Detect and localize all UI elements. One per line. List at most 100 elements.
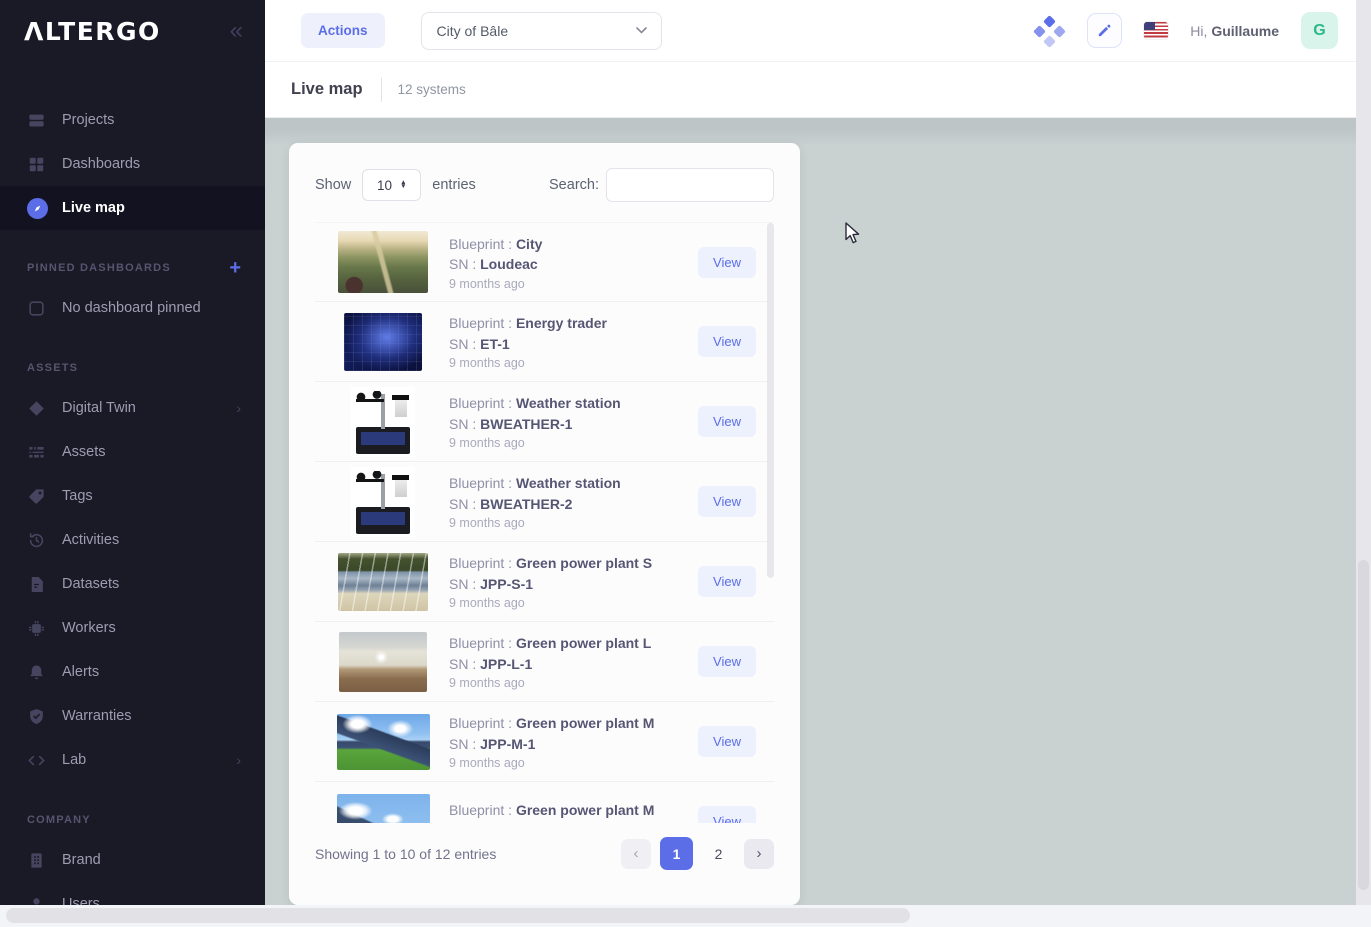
view-button[interactable]: View [698,726,756,757]
timestamp: 9 months ago [449,436,621,450]
list-item[interactable]: Blueprint : Weather station SN : BWEATHE… [315,382,774,462]
sidebar-item-label: Warranties [62,708,132,724]
sidebar-item-label: Activities [62,532,119,548]
sidebar-item-label: Live map [62,200,125,216]
view-button[interactable]: View [698,247,756,278]
main-area: Actions City of Bâle Hi, Guillaume G Liv… [265,0,1356,927]
sidebar-collapse-icon[interactable]: « [230,19,243,43]
actions-button[interactable]: Actions [301,13,385,48]
live-map-canvas[interactable]: Show 10 ▲▼ entries Search: [265,118,1356,927]
diamond-icon [27,399,46,418]
systems-count: 12 systems [398,82,466,97]
search-input[interactable] [606,168,774,202]
apps-diamonds-icon[interactable] [1035,16,1065,46]
blueprint-name: City [516,236,542,252]
list-item[interactable]: Blueprint : Weather station SN : BWEATHE… [315,462,774,542]
sidebar-item-projects[interactable]: Projects [0,98,265,142]
avatar[interactable]: G [1301,12,1338,49]
table-controls: Show 10 ▲▼ entries Search: [315,167,774,203]
thumbnail [331,387,435,457]
sidebar-item-warranties[interactable]: Warranties [0,694,265,738]
sidebar-item-label: Assets [62,444,106,460]
sidebar-item-activities[interactable]: Activities [0,518,265,562]
serial-number: ET-1 [480,336,510,352]
sidebar-item-digital-twin[interactable]: Digital Twin › [0,386,265,430]
system-thumbnail-image [344,313,422,371]
list-item[interactable]: Blueprint : Energy trader SN : ET-1 9 mo… [315,302,774,382]
page-2-button[interactable]: 2 [702,837,735,870]
pencil-icon [1096,22,1113,39]
sidebar-item-alerts[interactable]: Alerts [0,650,265,694]
page-1-button[interactable]: 1 [660,837,693,870]
horizontal-scrollbar[interactable] [0,905,1371,927]
edit-button[interactable] [1087,13,1122,48]
serial-number: JPP-S-1 [480,576,533,592]
thumbnail [331,632,435,692]
sidebar-item-workers[interactable]: Workers [0,606,265,650]
divider [381,78,382,102]
prev-page-button[interactable]: ‹ [621,839,651,869]
timestamp: 9 months ago [449,277,542,291]
serial-number: JPP-M-1 [480,736,535,752]
system-info: Blueprint : Green power plant L SN : JPP… [449,633,651,690]
system-select[interactable]: City of Bâle [421,12,662,50]
system-thumbnail-image [337,714,430,770]
sidebar-item-datasets[interactable]: Datasets [0,562,265,606]
list-item[interactable]: Blueprint : Green power plant M SN : Vie… [315,782,774,823]
view-button[interactable]: View [698,646,756,677]
horizontal-scrollbar-thumb[interactable] [6,908,910,923]
barcode-icon [27,443,46,462]
view-button[interactable]: View [698,406,756,437]
timestamp: 9 months ago [449,676,651,690]
sidebar-item-label: Alerts [62,664,99,680]
list-item[interactable]: Blueprint : Green power plant L SN : JPP… [315,622,774,702]
tag-icon [27,487,46,506]
timestamp: 9 months ago [449,756,654,770]
company-section: COMPANY [0,810,265,830]
list-scrollbar-thumb[interactable] [767,223,774,578]
timestamp: 9 months ago [449,356,607,370]
system-thumbnail-image [339,632,427,692]
stepper-arrows-icon: ▲▼ [400,181,406,190]
sidebar-item-dashboards[interactable]: Dashboards [0,142,265,186]
vertical-scrollbar[interactable] [1356,0,1371,905]
add-pinned-dashboard-icon[interactable]: + [229,258,241,278]
view-button[interactable]: View [698,486,756,517]
list-item[interactable]: Blueprint : Green power plant S SN : JPP… [315,542,774,622]
next-page-button[interactable]: › [744,839,774,869]
sidebar-item-no-dashboard-pinned[interactable]: No dashboard pinned [0,286,265,330]
history-clock-icon [27,531,46,550]
sidebar-item-label: Lab [62,752,86,768]
compass-icon [27,198,48,219]
sidebar-item-tags[interactable]: Tags [0,474,265,518]
sidebar-item-lab[interactable]: Lab › [0,738,265,782]
us-flag-icon[interactable] [1144,22,1168,39]
vertical-scrollbar-thumb[interactable] [1358,560,1369,890]
thumbnail [331,231,435,293]
system-thumbnail-image [338,553,428,611]
system-thumbnail-image [351,387,415,457]
timestamp: 9 months ago [449,596,652,610]
list-item[interactable]: Blueprint : City SN : Loudeac 9 months a… [315,222,774,302]
system-info: Blueprint : Green power plant M SN : JPP… [449,713,654,770]
entries-info: Showing 1 to 10 of 12 entries [315,846,496,862]
serial-number: BWEATHER-2 [480,496,572,512]
sidebar-item-live-map[interactable]: Live map [0,186,265,230]
sidebar-item-assets[interactable]: Assets [0,430,265,474]
timestamp: 9 months ago [449,516,621,530]
pinned-dashboards-section: PINNED DASHBOARDS + [0,258,265,278]
view-button[interactable]: View [698,806,756,823]
greeting-text: Hi, Guillaume [1190,23,1279,39]
system-thumbnail-image [338,231,428,293]
page-size-select[interactable]: 10 ▲▼ [362,169,421,201]
system-select-value: City of Bâle [437,23,509,39]
chip-icon [27,619,46,638]
serial-number: JPP-L-1 [480,656,532,672]
sidebar-item-brand[interactable]: Brand [0,838,265,882]
table-footer: Showing 1 to 10 of 12 entries ‹ 1 2 › [315,837,774,870]
view-button[interactable]: View [698,326,756,357]
search-wrap: Search: [549,168,774,202]
list-item[interactable]: Blueprint : Green power plant M SN : JPP… [315,702,774,782]
thumbnail [331,714,435,770]
view-button[interactable]: View [698,566,756,597]
